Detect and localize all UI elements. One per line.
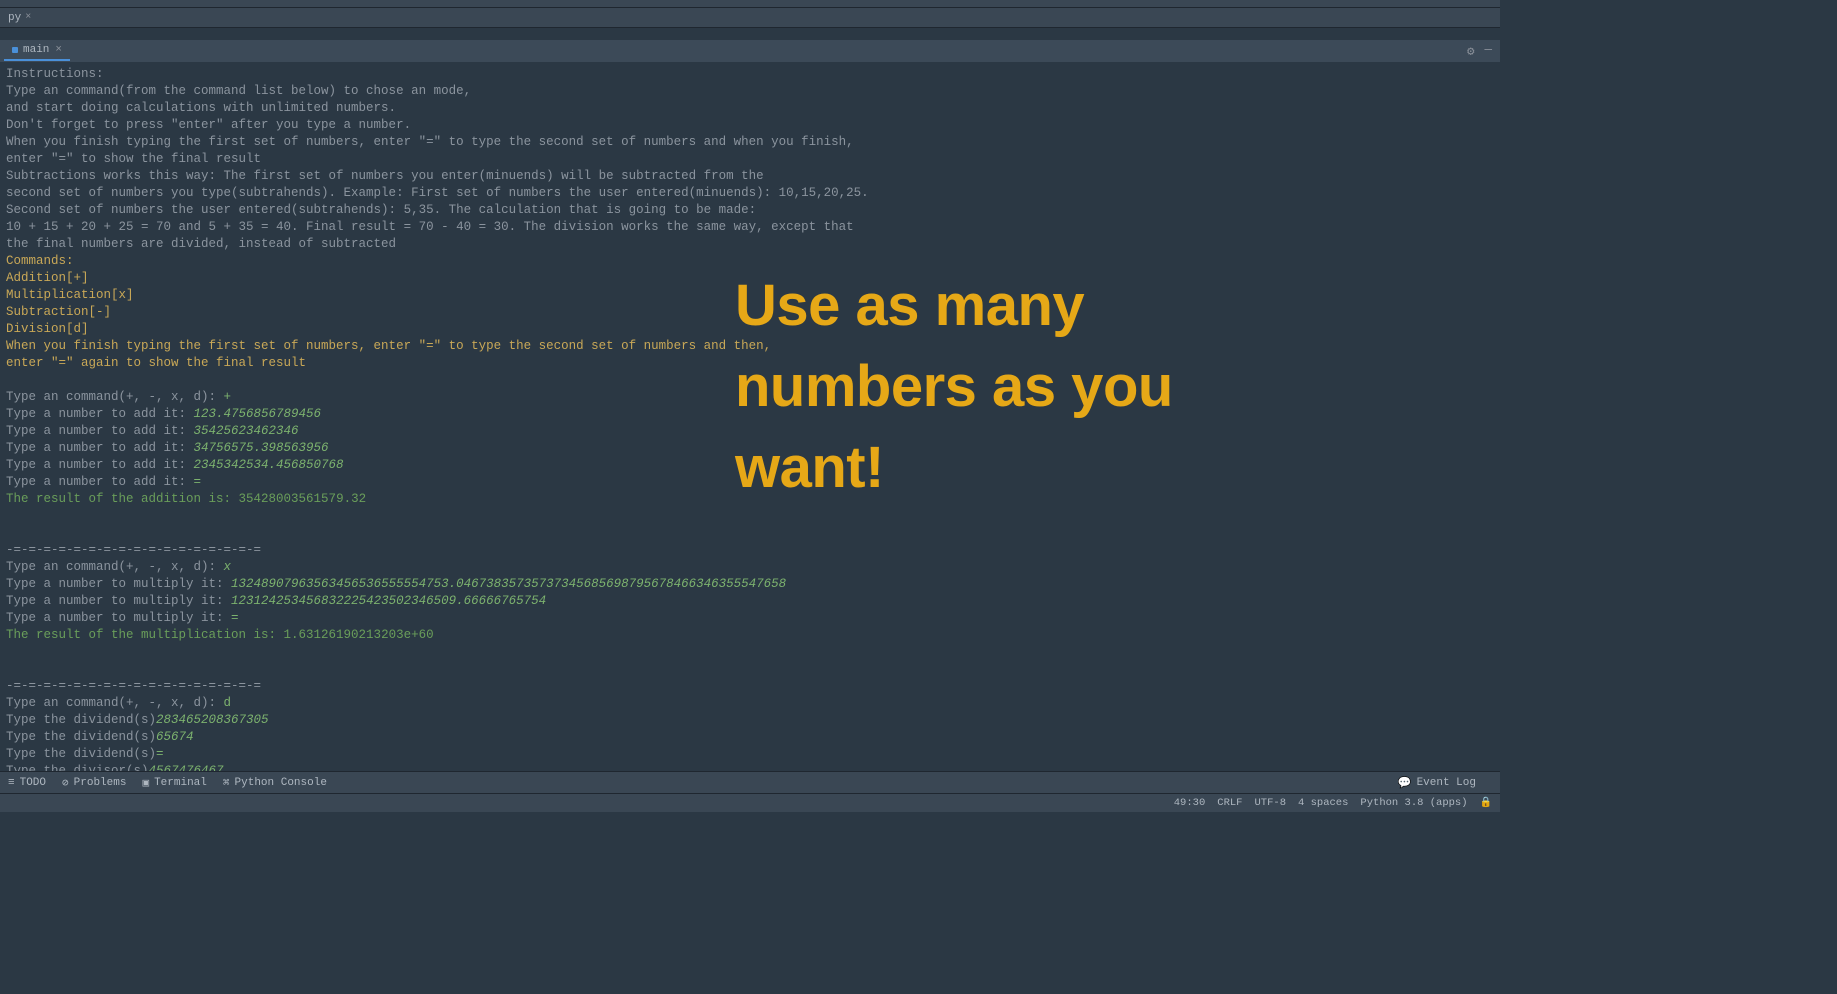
run-config-icon (12, 47, 18, 53)
tool-label: Problems (74, 777, 127, 789)
editor-file-tab-label: py (8, 12, 21, 24)
tool-event-log[interactable]: 💬 Event Log (1398, 776, 1476, 790)
editor-file-tab[interactable]: py × (2, 10, 37, 26)
editor-file-tabs: py × (0, 8, 1500, 28)
run-tool-tabs: main × ⚙ — (0, 40, 1500, 62)
lock-icon[interactable]: 🔒 (1480, 797, 1492, 809)
run-tab-actions: ⚙ — (1467, 43, 1492, 59)
run-tab-label: main (23, 44, 49, 56)
run-tab-main[interactable]: main × (4, 41, 70, 61)
status-indent[interactable]: 4 spaces (1298, 797, 1348, 809)
window-top-bar (0, 0, 1500, 8)
status-bar: 49:30 CRLF UTF-8 4 spaces Python 3.8 (ap… (0, 793, 1500, 812)
minimize-icon[interactable]: — (1484, 43, 1492, 59)
overlay-line: numbers as you (735, 346, 1173, 427)
status-cursor-position[interactable]: 49:30 (1174, 797, 1206, 809)
tool-todo[interactable]: ≡ TODO (8, 777, 46, 789)
tool-python-console[interactable]: ⌘ Python Console (223, 776, 327, 790)
editor-spacer (0, 28, 1500, 40)
close-icon[interactable]: × (55, 44, 62, 56)
status-interpreter[interactable]: Python 3.8 (apps) (1360, 797, 1467, 809)
list-icon: ≡ (8, 777, 15, 789)
status-encoding[interactable]: UTF-8 (1254, 797, 1286, 809)
overlay-line: Use as many (735, 265, 1173, 346)
gear-icon[interactable]: ⚙ (1467, 43, 1475, 59)
overlay-line: want! (735, 427, 1173, 508)
warning-icon: ⊘ (62, 776, 69, 790)
tool-label: TODO (20, 777, 46, 789)
speech-bubble-icon: 💬 (1398, 776, 1412, 790)
status-line-ending[interactable]: CRLF (1217, 797, 1242, 809)
close-icon[interactable]: × (25, 12, 31, 23)
overlay-annotation: Use as many numbers as you want! (735, 265, 1173, 509)
tool-terminal[interactable]: ▣ Terminal (142, 776, 206, 790)
terminal-icon: ▣ (142, 776, 149, 790)
tool-label: Event Log (1417, 777, 1476, 789)
tool-problems[interactable]: ⊘ Problems (62, 776, 126, 790)
tool-label: Terminal (154, 777, 207, 789)
python-icon: ⌘ (223, 776, 230, 790)
tool-label: Python Console (235, 777, 327, 789)
bottom-tool-panel: ≡ TODO ⊘ Problems ▣ Terminal ⌘ Python Co… (0, 771, 1500, 793)
